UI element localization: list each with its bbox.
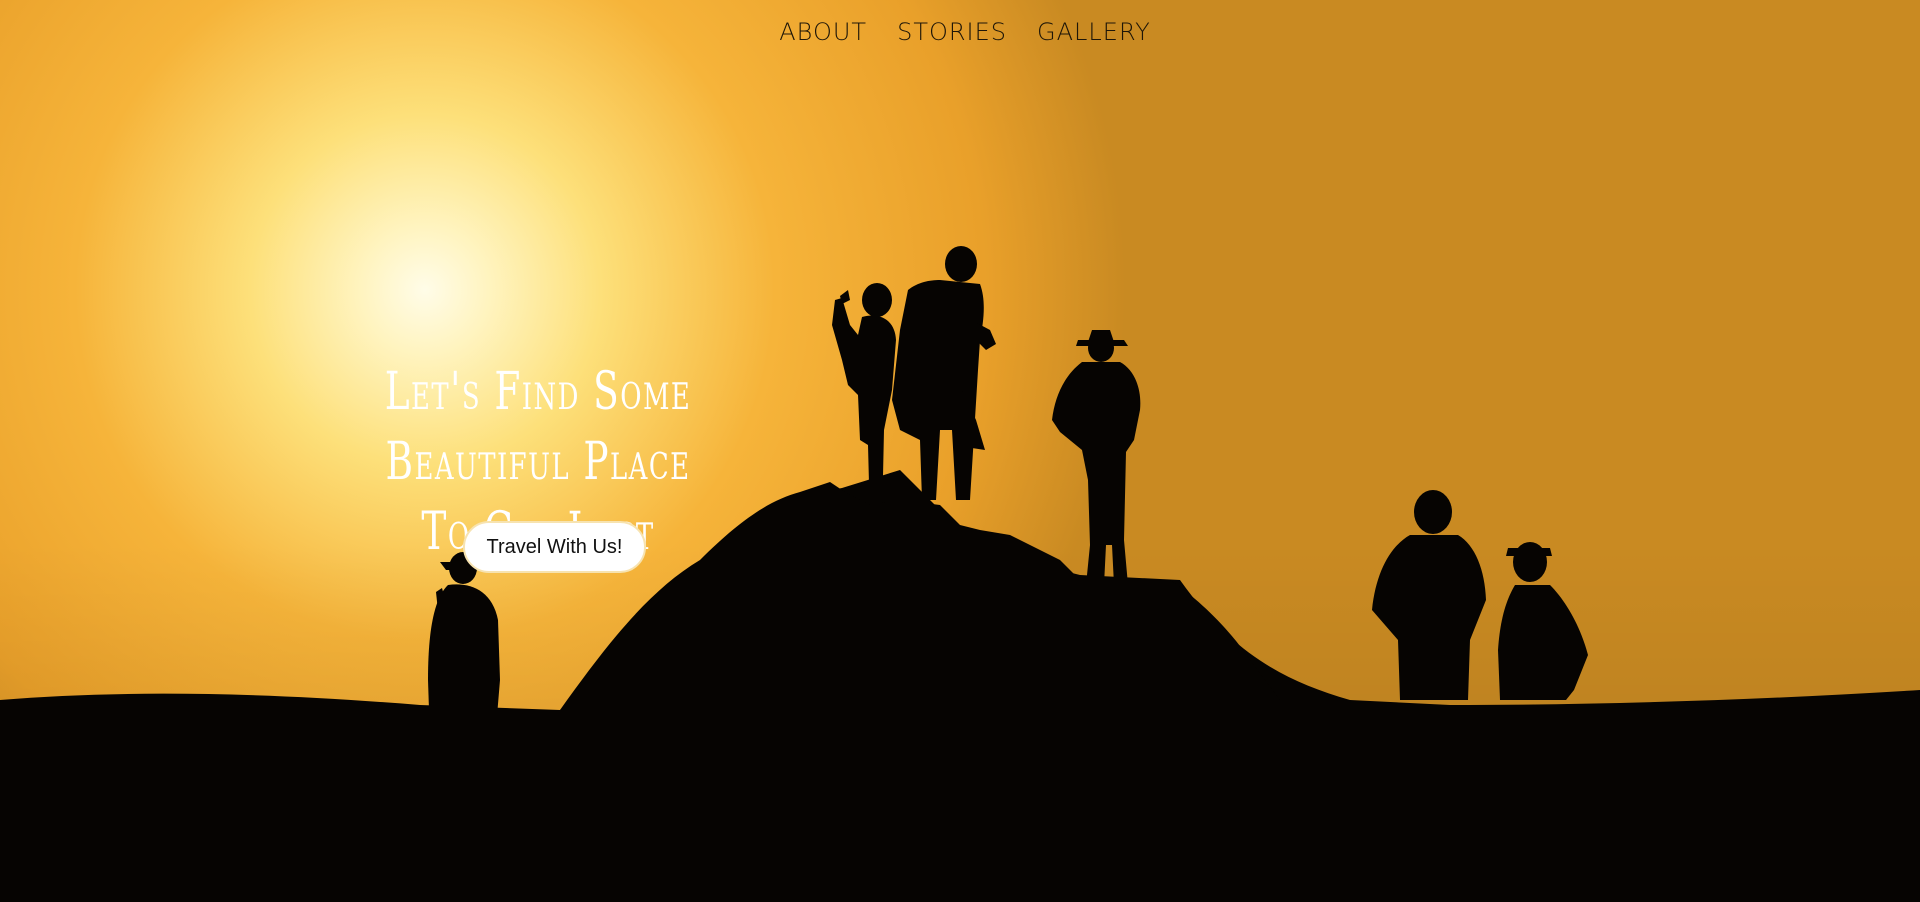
nav-link-gallery[interactable]: GALLERY (1037, 18, 1151, 46)
people-silhouettes-on-hill (0, 246, 1920, 902)
nav-link-about[interactable]: ABOUT (779, 18, 867, 46)
travel-with-us-button[interactable]: Travel With Us! (463, 521, 646, 573)
hero-section: ABOUT STORIES GALLERY Let's Find Some Be… (0, 0, 1920, 902)
top-navigation: ABOUT STORIES GALLERY (0, 18, 1920, 46)
nav-link-stories[interactable]: STORIES (897, 18, 1007, 46)
hero-headline-line-1: Let's Find Some Beautiful Place (384, 362, 692, 492)
